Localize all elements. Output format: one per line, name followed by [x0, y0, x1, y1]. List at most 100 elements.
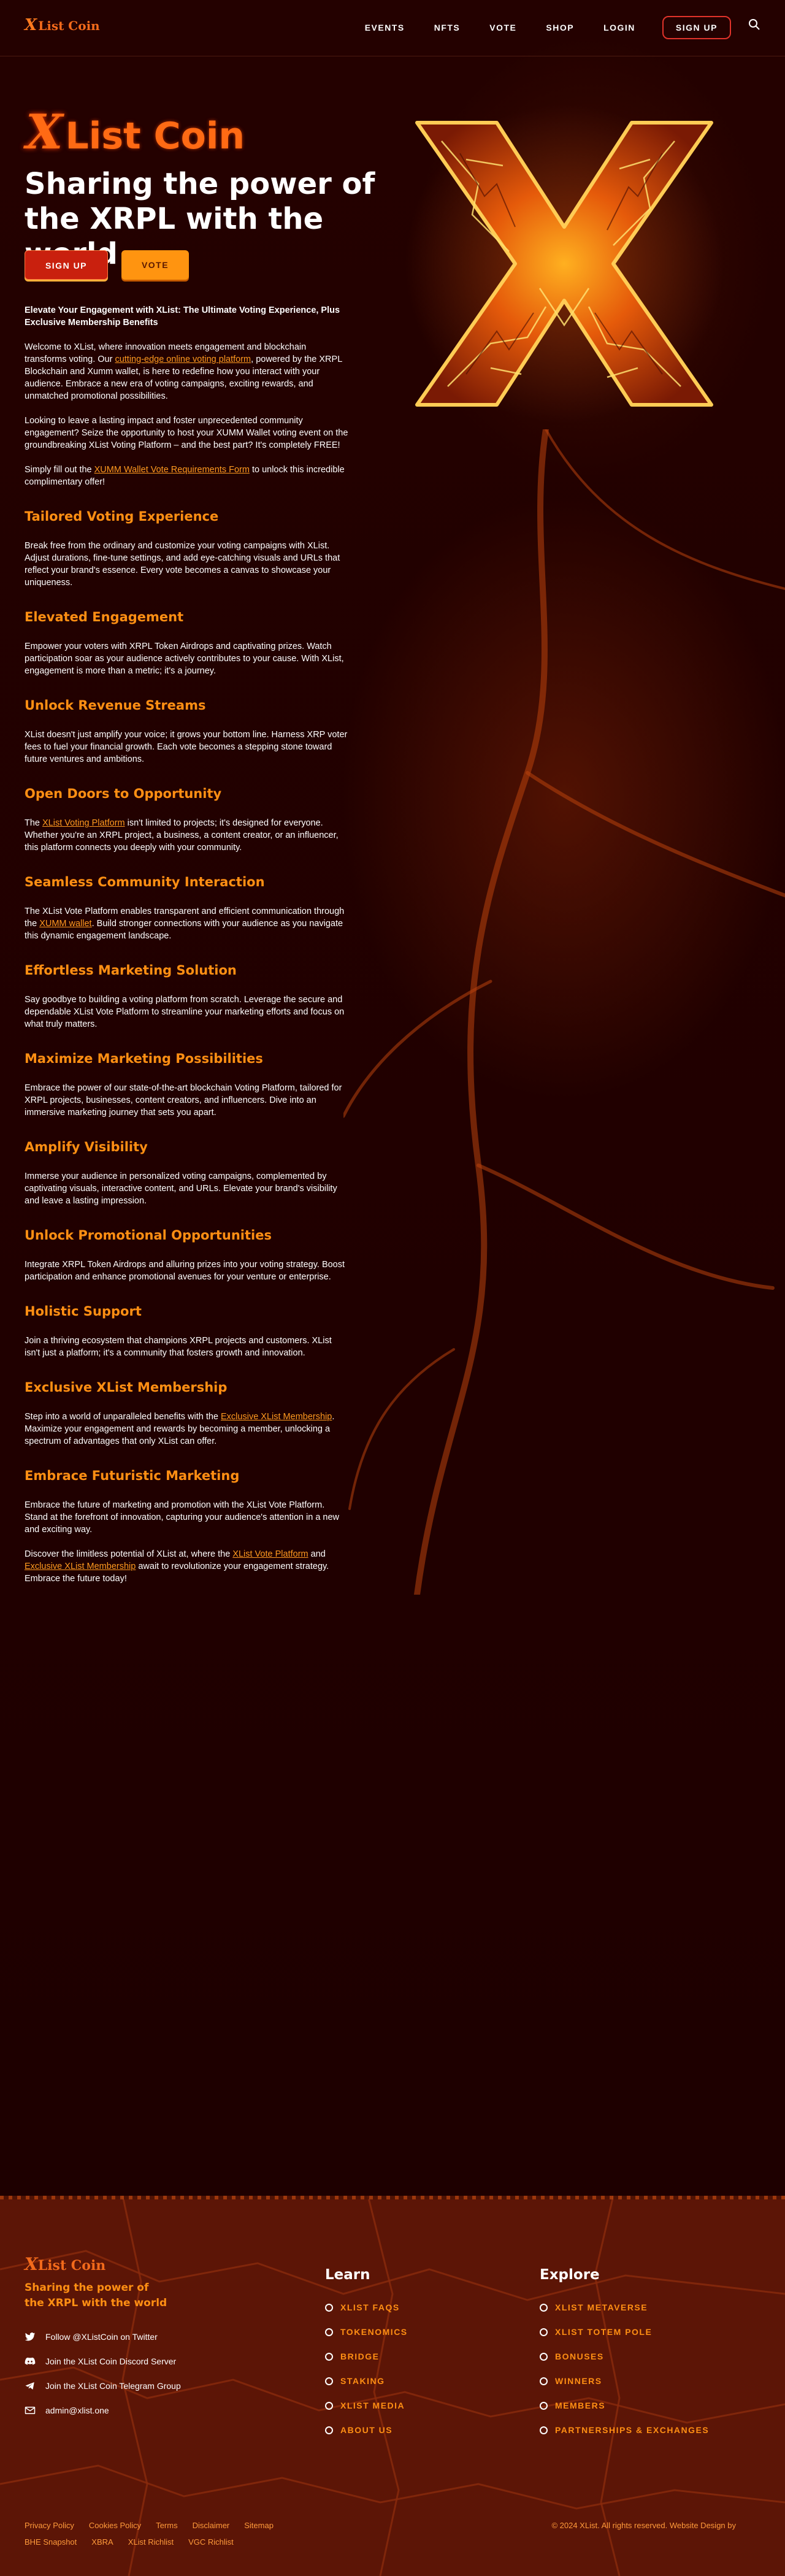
explore-link[interactable]: WINNERS	[540, 2369, 709, 2393]
xlist-richlist-link[interactable]: XList Richlist	[128, 2537, 174, 2547]
circle-bullet-icon	[540, 2352, 548, 2361]
twitter-link[interactable]: Follow @XListCoin on Twitter	[25, 2325, 181, 2349]
paragraph: Say goodbye to building a voting platfor…	[25, 995, 345, 1029]
exclusive-membership-link[interactable]: Exclusive XList Membership	[221, 1412, 332, 1422]
section-heading: Amplify Visibility	[25, 1140, 148, 1154]
main-nav: EVENTS NFTS VOTE SHOP LOGIN SIGN UP	[335, 16, 731, 39]
paragraph: Immerse your audience in personalized vo…	[25, 1171, 337, 1206]
paragraph: Embrace the future of marketing and prom…	[25, 1500, 340, 1535]
footer-tagline: Sharing the power of the XRPL with the w…	[25, 2282, 167, 2309]
discord-link[interactable]: Join the XList Coin Discord Server	[25, 2349, 181, 2374]
circle-bullet-icon	[540, 2328, 548, 2336]
learn-link[interactable]: BRIDGE	[325, 2344, 408, 2369]
disclaimer-link[interactable]: Disclaimer	[193, 2521, 230, 2530]
explore-heading: Explore	[540, 2267, 600, 2283]
section-heading: Unlock Revenue Streams	[25, 698, 206, 713]
learn-link[interactable]: STAKING	[325, 2369, 408, 2393]
twitter-icon	[25, 2333, 36, 2341]
paragraph: Simply fill out the XUMM Wallet Vote Req…	[25, 465, 345, 487]
logo-x: X	[25, 16, 37, 34]
telegram-icon	[25, 2382, 34, 2390]
paragraph: Step into a world of unparalleled benefi…	[25, 1412, 335, 1446]
hero-logo: X List Coin	[26, 104, 245, 160]
header-signup-button[interactable]: SIGN UP	[662, 16, 731, 39]
circle-bullet-icon	[325, 2401, 333, 2410]
explore-link[interactable]: XLIST METAVERSE	[540, 2295, 709, 2320]
nav-vote[interactable]: VOTE	[489, 23, 516, 33]
section-heading: Elevated Engagement	[25, 610, 184, 624]
exclusive-membership-link-2[interactable]: Exclusive XList Membership	[25, 1562, 136, 1571]
email-link[interactable]: admin@xlist.one	[25, 2398, 181, 2423]
site-header: X List Coin EVENTS NFTS VOTE SHOP LOGIN …	[0, 0, 785, 56]
vote-requirements-form-link[interactable]: XUMM Wallet Vote Requirements Form	[94, 465, 250, 475]
circle-bullet-icon	[325, 2328, 333, 2336]
learn-link[interactable]: XLIST MEDIA	[325, 2393, 408, 2418]
footer-logo-x: X	[25, 2254, 38, 2274]
telegram-link[interactable]: Join the XList Coin Telegram Group	[25, 2374, 181, 2398]
lava-x-emblem	[405, 104, 724, 423]
paragraph: Break free from the ordinary and customi…	[25, 541, 340, 588]
circle-bullet-icon	[325, 2426, 333, 2434]
explore-link[interactable]: PARTNERSHIPS & EXCHANGES	[540, 2418, 709, 2442]
logo-text: List Coin	[38, 18, 100, 33]
discord-label: Join the XList Coin Discord Server	[45, 2356, 177, 2366]
paragraph: The XList Voting Platform isn't limited …	[25, 818, 339, 853]
nav-nfts[interactable]: NFTS	[434, 23, 461, 33]
email-label: admin@xlist.one	[45, 2405, 109, 2415]
vgc-richlist-link[interactable]: VGC Richlist	[188, 2537, 234, 2547]
section-heading: Unlock Promotional Opportunities	[25, 1228, 272, 1243]
circle-bullet-icon	[325, 2352, 333, 2361]
paragraph: Embrace the power of our state-of-the-ar…	[25, 1083, 342, 1117]
explore-link[interactable]: XLIST TOTEM POLE	[540, 2320, 709, 2344]
header-logo[interactable]: X List Coin	[25, 16, 100, 34]
circle-bullet-icon	[325, 2377, 333, 2385]
cookies-policy-link[interactable]: Cookies Policy	[89, 2521, 141, 2530]
section-heading: Effortless Marketing Solution	[25, 963, 237, 978]
terms-link[interactable]: Terms	[156, 2521, 177, 2530]
learn-link[interactable]: XLIST FAQS	[325, 2295, 408, 2320]
footer-learn-column: Learn XLIST FAQS TOKENOMICS BRIDGE STAKI…	[325, 2267, 408, 2442]
footer-logo[interactable]: XList Coin	[25, 2254, 105, 2274]
learn-link[interactable]: TOKENOMICS	[325, 2320, 408, 2344]
explore-link[interactable]: BONUSES	[540, 2344, 709, 2369]
footer-divider	[0, 2196, 785, 2199]
circle-bullet-icon	[325, 2303, 333, 2312]
learn-link[interactable]: ABOUT US	[325, 2418, 408, 2442]
hero-buttons: SIGN UP VOTE	[25, 250, 189, 280]
explore-link[interactable]: MEMBERS	[540, 2393, 709, 2418]
telegram-label: Join the XList Coin Telegram Group	[45, 2381, 181, 2391]
paragraph: Looking to leave a lasting impact and fo…	[25, 416, 348, 450]
circle-bullet-icon	[540, 2426, 548, 2434]
nav-events[interactable]: EVENTS	[365, 23, 405, 33]
search-icon[interactable]	[748, 18, 760, 31]
paragraph: Welcome to XList, where innovation meets…	[25, 342, 342, 401]
section-heading: Seamless Community Interaction	[25, 875, 265, 889]
envelope-icon	[25, 2407, 36, 2414]
twitter-label: Follow @XListCoin on Twitter	[45, 2332, 158, 2342]
richlist-links: BHE Snapshot XBRA XList Richlist VGC Ric…	[25, 2537, 760, 2547]
hero-signup-button[interactable]: SIGN UP	[25, 250, 108, 280]
xumm-wallet-link[interactable]: XUMM wallet	[39, 919, 91, 929]
hero-vote-button[interactable]: VOTE	[121, 250, 189, 280]
section-heading: Exclusive XList Membership	[25, 1380, 228, 1395]
bhe-snapshot-link[interactable]: BHE Snapshot	[25, 2537, 77, 2547]
sitemap-link[interactable]: Sitemap	[244, 2521, 274, 2530]
xlist-vote-platform-link[interactable]: XList Vote Platform	[232, 1549, 308, 1559]
paragraph: XList doesn't just amplify your voice; i…	[25, 730, 348, 764]
section-heading: Holistic Support	[25, 1304, 142, 1319]
circle-bullet-icon	[540, 2303, 548, 2312]
paragraph: Integrate XRPL Token Airdrops and alluri…	[25, 1260, 345, 1282]
nav-login[interactable]: LOGIN	[603, 23, 635, 33]
section-heading: Tailored Voting Experience	[25, 509, 219, 524]
section-heading: Maximize Marketing Possibilities	[25, 1051, 263, 1066]
nav-shop[interactable]: SHOP	[546, 23, 574, 33]
footer-logo-text: List Coin	[37, 2258, 106, 2274]
learn-heading: Learn	[325, 2267, 370, 2283]
footer-social-links: Follow @XListCoin on Twitter Join the XL…	[25, 2325, 181, 2423]
xbra-link[interactable]: XBRA	[91, 2537, 113, 2547]
voting-platform-link[interactable]: cutting-edge online voting platform	[115, 355, 251, 364]
xlist-voting-platform-link[interactable]: XList Voting Platform	[42, 818, 125, 828]
paragraph: The XList Vote Platform enables transpar…	[25, 907, 345, 941]
privacy-policy-link[interactable]: Privacy Policy	[25, 2521, 74, 2530]
site-footer: XList Coin Sharing the power of the XRPL…	[0, 2196, 785, 2576]
